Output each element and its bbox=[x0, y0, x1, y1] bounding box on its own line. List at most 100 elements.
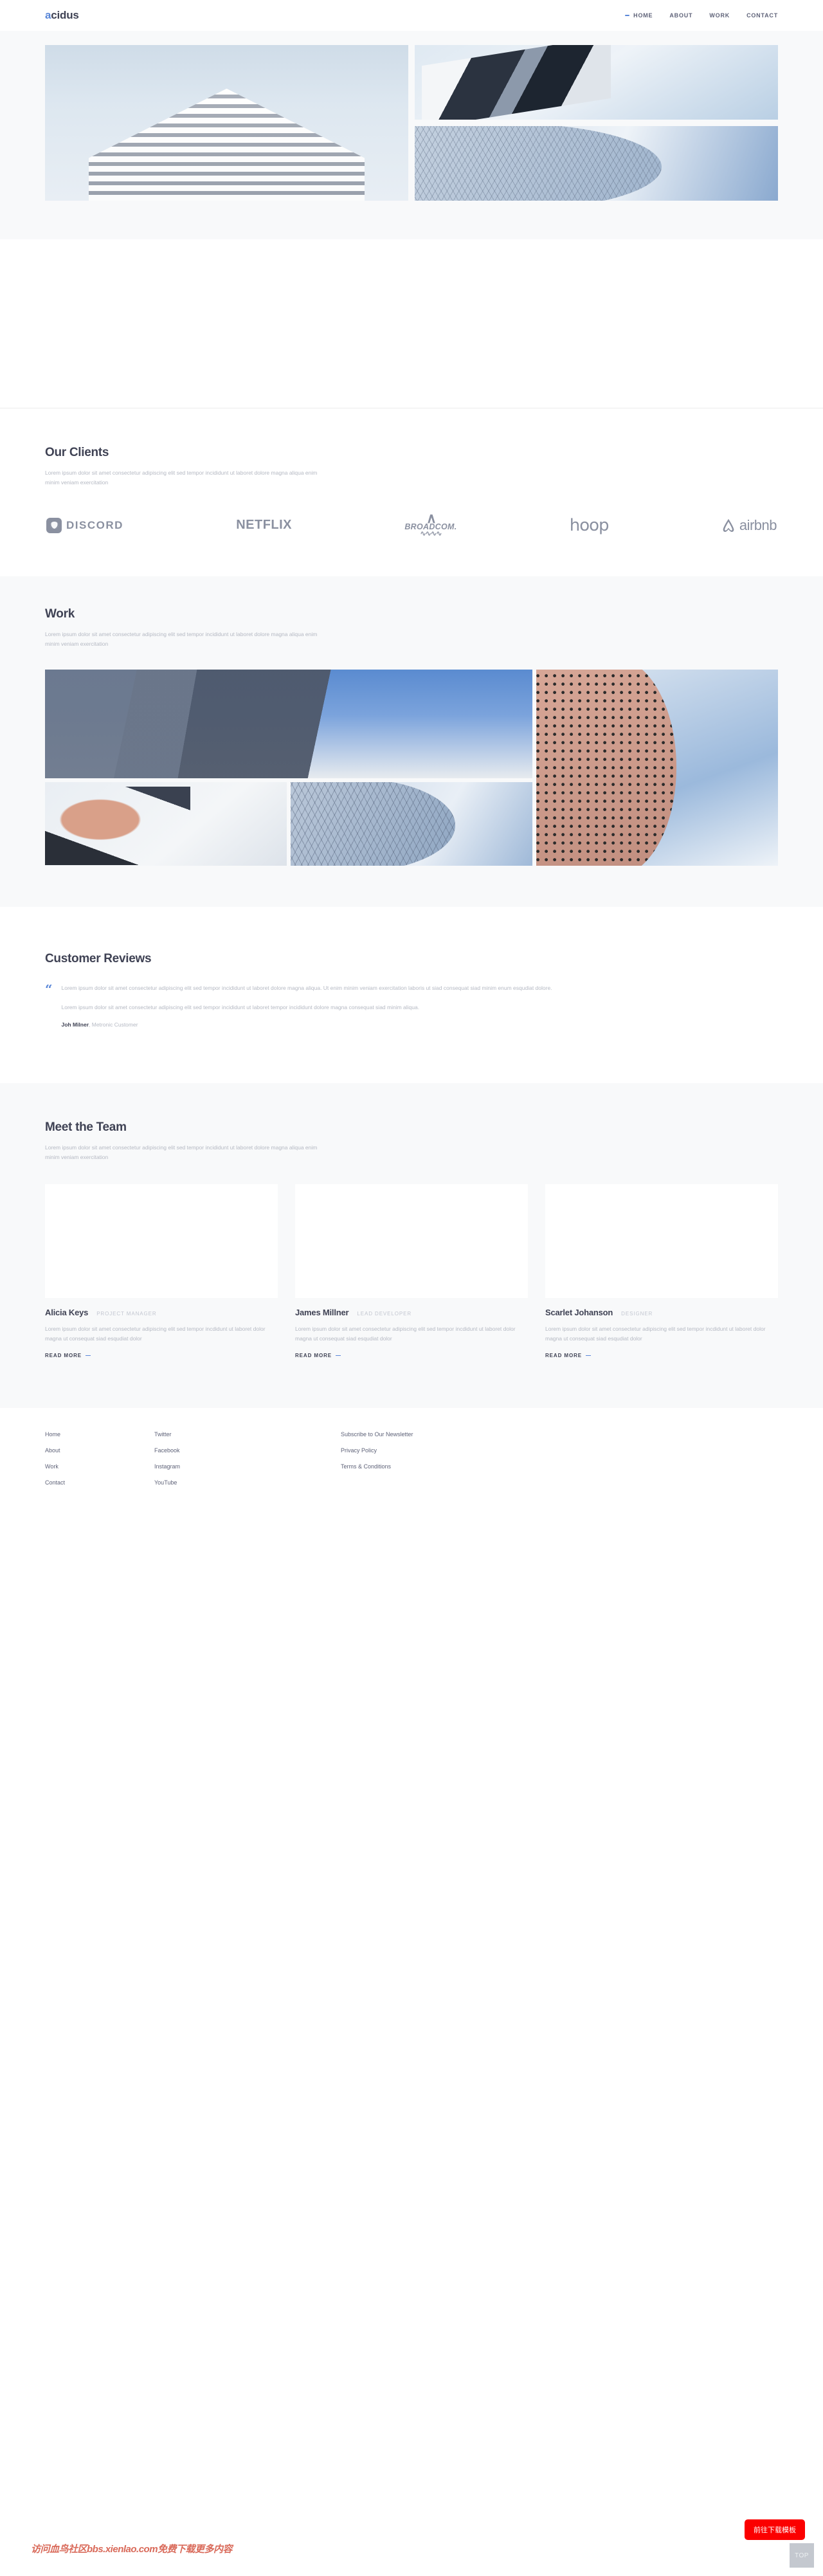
main-navigation: HOME ABOUT WORK CONTACT bbox=[625, 12, 778, 19]
footer-link-about[interactable]: About bbox=[45, 1447, 154, 1454]
airbnb-logo[interactable]: airbnb bbox=[721, 517, 777, 534]
brand-logo-accent: a bbox=[45, 9, 51, 21]
active-dash-icon bbox=[625, 15, 630, 16]
clients-subtitle: Lorem ipsum dolor sit amet consectetur a… bbox=[45, 470, 318, 486]
broadcom-spike-icon: ∧ bbox=[426, 509, 437, 526]
read-more-button[interactable]: READ MORE bbox=[545, 1353, 591, 1358]
quote-icon: “ bbox=[45, 981, 53, 997]
work-image-hex-dome[interactable] bbox=[291, 781, 532, 866]
hoop-logo[interactable]: hoop bbox=[569, 515, 610, 535]
team-grid: Alicia Keys PROJECT MANAGER Lorem ipsum … bbox=[45, 1183, 778, 1360]
clients-section: Our Clients Lorem ipsum dolor sit amet c… bbox=[0, 408, 823, 576]
site-watermark: 访问血鸟社区bbs.xienlao.com免费下载更多内容 bbox=[31, 2544, 233, 2555]
team-photo-alicia-keys[interactable] bbox=[45, 1183, 278, 1298]
discord-mark-icon bbox=[46, 517, 62, 533]
footer-column-social: Twitter Facebook Instagram YouTube bbox=[154, 1431, 341, 1486]
footer-link-instagram[interactable]: Instagram bbox=[154, 1463, 341, 1470]
netflix-logo-label: NETFLIX bbox=[236, 518, 293, 533]
nav-item-about[interactable]: ABOUT bbox=[669, 12, 692, 19]
team-subtitle: Lorem ipsum dolor sit amet consectetur a… bbox=[45, 1144, 318, 1160]
netflix-logo[interactable]: NETFLIX bbox=[236, 518, 292, 533]
brand-logo[interactable]: acidus bbox=[45, 9, 79, 22]
nav-item-contact[interactable]: CONTACT bbox=[746, 12, 778, 19]
team-member-role: LEAD DEVELOPER bbox=[357, 1310, 412, 1317]
team-member-role: DESIGNER bbox=[621, 1310, 653, 1317]
brand-logo-rest: cidus bbox=[51, 9, 79, 21]
team-member-desc: Lorem ipsum dolor sit amet consectetur a… bbox=[545, 1325, 766, 1342]
team-card: Alicia Keys PROJECT MANAGER Lorem ipsum … bbox=[45, 1183, 278, 1360]
team-member-role: PROJECT MANAGER bbox=[96, 1310, 157, 1317]
footer-link-work[interactable]: Work bbox=[45, 1463, 154, 1470]
hero-section bbox=[0, 31, 823, 239]
hero-image-tower[interactable] bbox=[45, 45, 408, 201]
nav-item-home-label: HOME bbox=[633, 12, 653, 19]
team-card: Scarlet Johanson DESIGNER Lorem ipsum do… bbox=[545, 1183, 778, 1360]
team-card: James Millner LEAD DEVELOPER Lorem ipsum… bbox=[295, 1183, 528, 1360]
nav-item-work[interactable]: WORK bbox=[709, 12, 730, 19]
work-image-perforated[interactable] bbox=[536, 669, 778, 866]
review-paragraph-1: Lorem ipsum dolor sit amet consectetur a… bbox=[61, 984, 552, 991]
scroll-to-top-button[interactable]: TOP bbox=[790, 2543, 814, 2568]
airbnb-logo-label: airbnb bbox=[739, 516, 777, 533]
work-gallery bbox=[45, 669, 778, 870]
footer-link-twitter[interactable]: Twitter bbox=[154, 1431, 341, 1438]
team-member-desc: Lorem ipsum dolor sit amet consectetur a… bbox=[45, 1325, 266, 1342]
site-header: acidus HOME ABOUT WORK CONTACT bbox=[0, 0, 823, 31]
hero-image-canopy[interactable] bbox=[415, 45, 778, 120]
discord-logo-label: DISCORD bbox=[66, 518, 123, 531]
airbnb-mark-icon bbox=[723, 518, 734, 532]
nav-item-contact-label: CONTACT bbox=[746, 12, 778, 19]
team-title: Meet the Team bbox=[45, 1120, 127, 1134]
arrow-dash-icon bbox=[586, 1355, 591, 1357]
footer-link-terms[interactable]: Terms & Conditions bbox=[341, 1463, 778, 1470]
footer-link-home[interactable]: Home bbox=[45, 1431, 154, 1438]
footer-link-youtube[interactable]: YouTube bbox=[154, 1479, 341, 1486]
footer-link-privacy-policy[interactable]: Privacy Policy bbox=[341, 1447, 778, 1454]
read-more-label: READ MORE bbox=[295, 1352, 332, 1358]
work-subtitle: Lorem ipsum dolor sit amet consectetur a… bbox=[45, 630, 318, 647]
team-photo-james-millner[interactable] bbox=[295, 1183, 528, 1298]
clients-title: Our Clients bbox=[45, 446, 109, 459]
hero-gallery bbox=[45, 45, 778, 201]
work-image-plaza[interactable] bbox=[45, 669, 532, 778]
site-footer: Home About Work Contact Twitter Facebook… bbox=[0, 1407, 823, 1486]
reviews-section: Customer Reviews “ Lorem ipsum dolor sit… bbox=[0, 906, 823, 1083]
hoop-logo-label: hoop bbox=[569, 515, 610, 535]
team-member-name: Scarlet Johanson bbox=[545, 1307, 613, 1317]
work-section: Work Lorem ipsum dolor sit amet consecte… bbox=[0, 576, 823, 907]
footer-link-contact[interactable]: Contact bbox=[45, 1479, 154, 1486]
footer-column-legal: Subscribe to Our Newsletter Privacy Poli… bbox=[341, 1431, 778, 1486]
read-more-button[interactable]: READ MORE bbox=[45, 1353, 91, 1358]
download-template-button[interactable]: 前往下载模板 bbox=[745, 2519, 805, 2540]
team-member-name: James Millner bbox=[295, 1307, 349, 1317]
hero-image-dome[interactable] bbox=[415, 126, 778, 201]
team-member-name: Alicia Keys bbox=[45, 1307, 89, 1317]
broadcom-logo[interactable]: ∧ BROADCOM. ∿∿∿∿ bbox=[404, 509, 457, 538]
hero-spacer bbox=[0, 239, 823, 408]
nav-item-home[interactable]: HOME bbox=[625, 12, 653, 19]
team-photo-scarlet-johanson[interactable] bbox=[545, 1183, 778, 1298]
review-author-name: Joh Milner bbox=[61, 1021, 89, 1028]
review-author: Joh Milner, Metronic Customer bbox=[62, 1021, 552, 1028]
arrow-dash-icon bbox=[336, 1355, 341, 1357]
read-more-button[interactable]: READ MORE bbox=[295, 1353, 341, 1358]
footer-link-newsletter[interactable]: Subscribe to Our Newsletter bbox=[341, 1431, 778, 1438]
broadcom-wave-icon: ∿∿∿∿ bbox=[420, 529, 442, 538]
footer-link-facebook[interactable]: Facebook bbox=[154, 1447, 341, 1454]
review-item: “ Lorem ipsum dolor sit amet consectetur… bbox=[45, 981, 778, 1028]
review-author-title: , Metronic Customer bbox=[89, 1021, 138, 1028]
reviews-title: Customer Reviews bbox=[45, 951, 152, 965]
read-more-label: READ MORE bbox=[45, 1352, 82, 1358]
team-member-desc: Lorem ipsum dolor sit amet consectetur a… bbox=[295, 1325, 516, 1342]
arrow-dash-icon bbox=[86, 1355, 91, 1357]
work-title: Work bbox=[45, 607, 75, 621]
discord-logo[interactable]: DISCORD bbox=[46, 517, 123, 533]
nav-item-about-label: ABOUT bbox=[669, 12, 693, 19]
client-logo-row: DISCORD NETFLIX ∧ BROADCOM. ∿∿∿∿ hoop ai… bbox=[45, 509, 778, 538]
team-section: Meet the Team Lorem ipsum dolor sit amet… bbox=[0, 1082, 823, 1408]
footer-column-pages: Home About Work Contact bbox=[45, 1431, 154, 1486]
review-paragraph-2: Lorem ipsum dolor sit amet consectetur a… bbox=[61, 1003, 420, 1010]
nav-item-work-label: WORK bbox=[709, 12, 730, 19]
work-image-worker[interactable] bbox=[45, 781, 287, 866]
read-more-label: READ MORE bbox=[545, 1352, 582, 1358]
